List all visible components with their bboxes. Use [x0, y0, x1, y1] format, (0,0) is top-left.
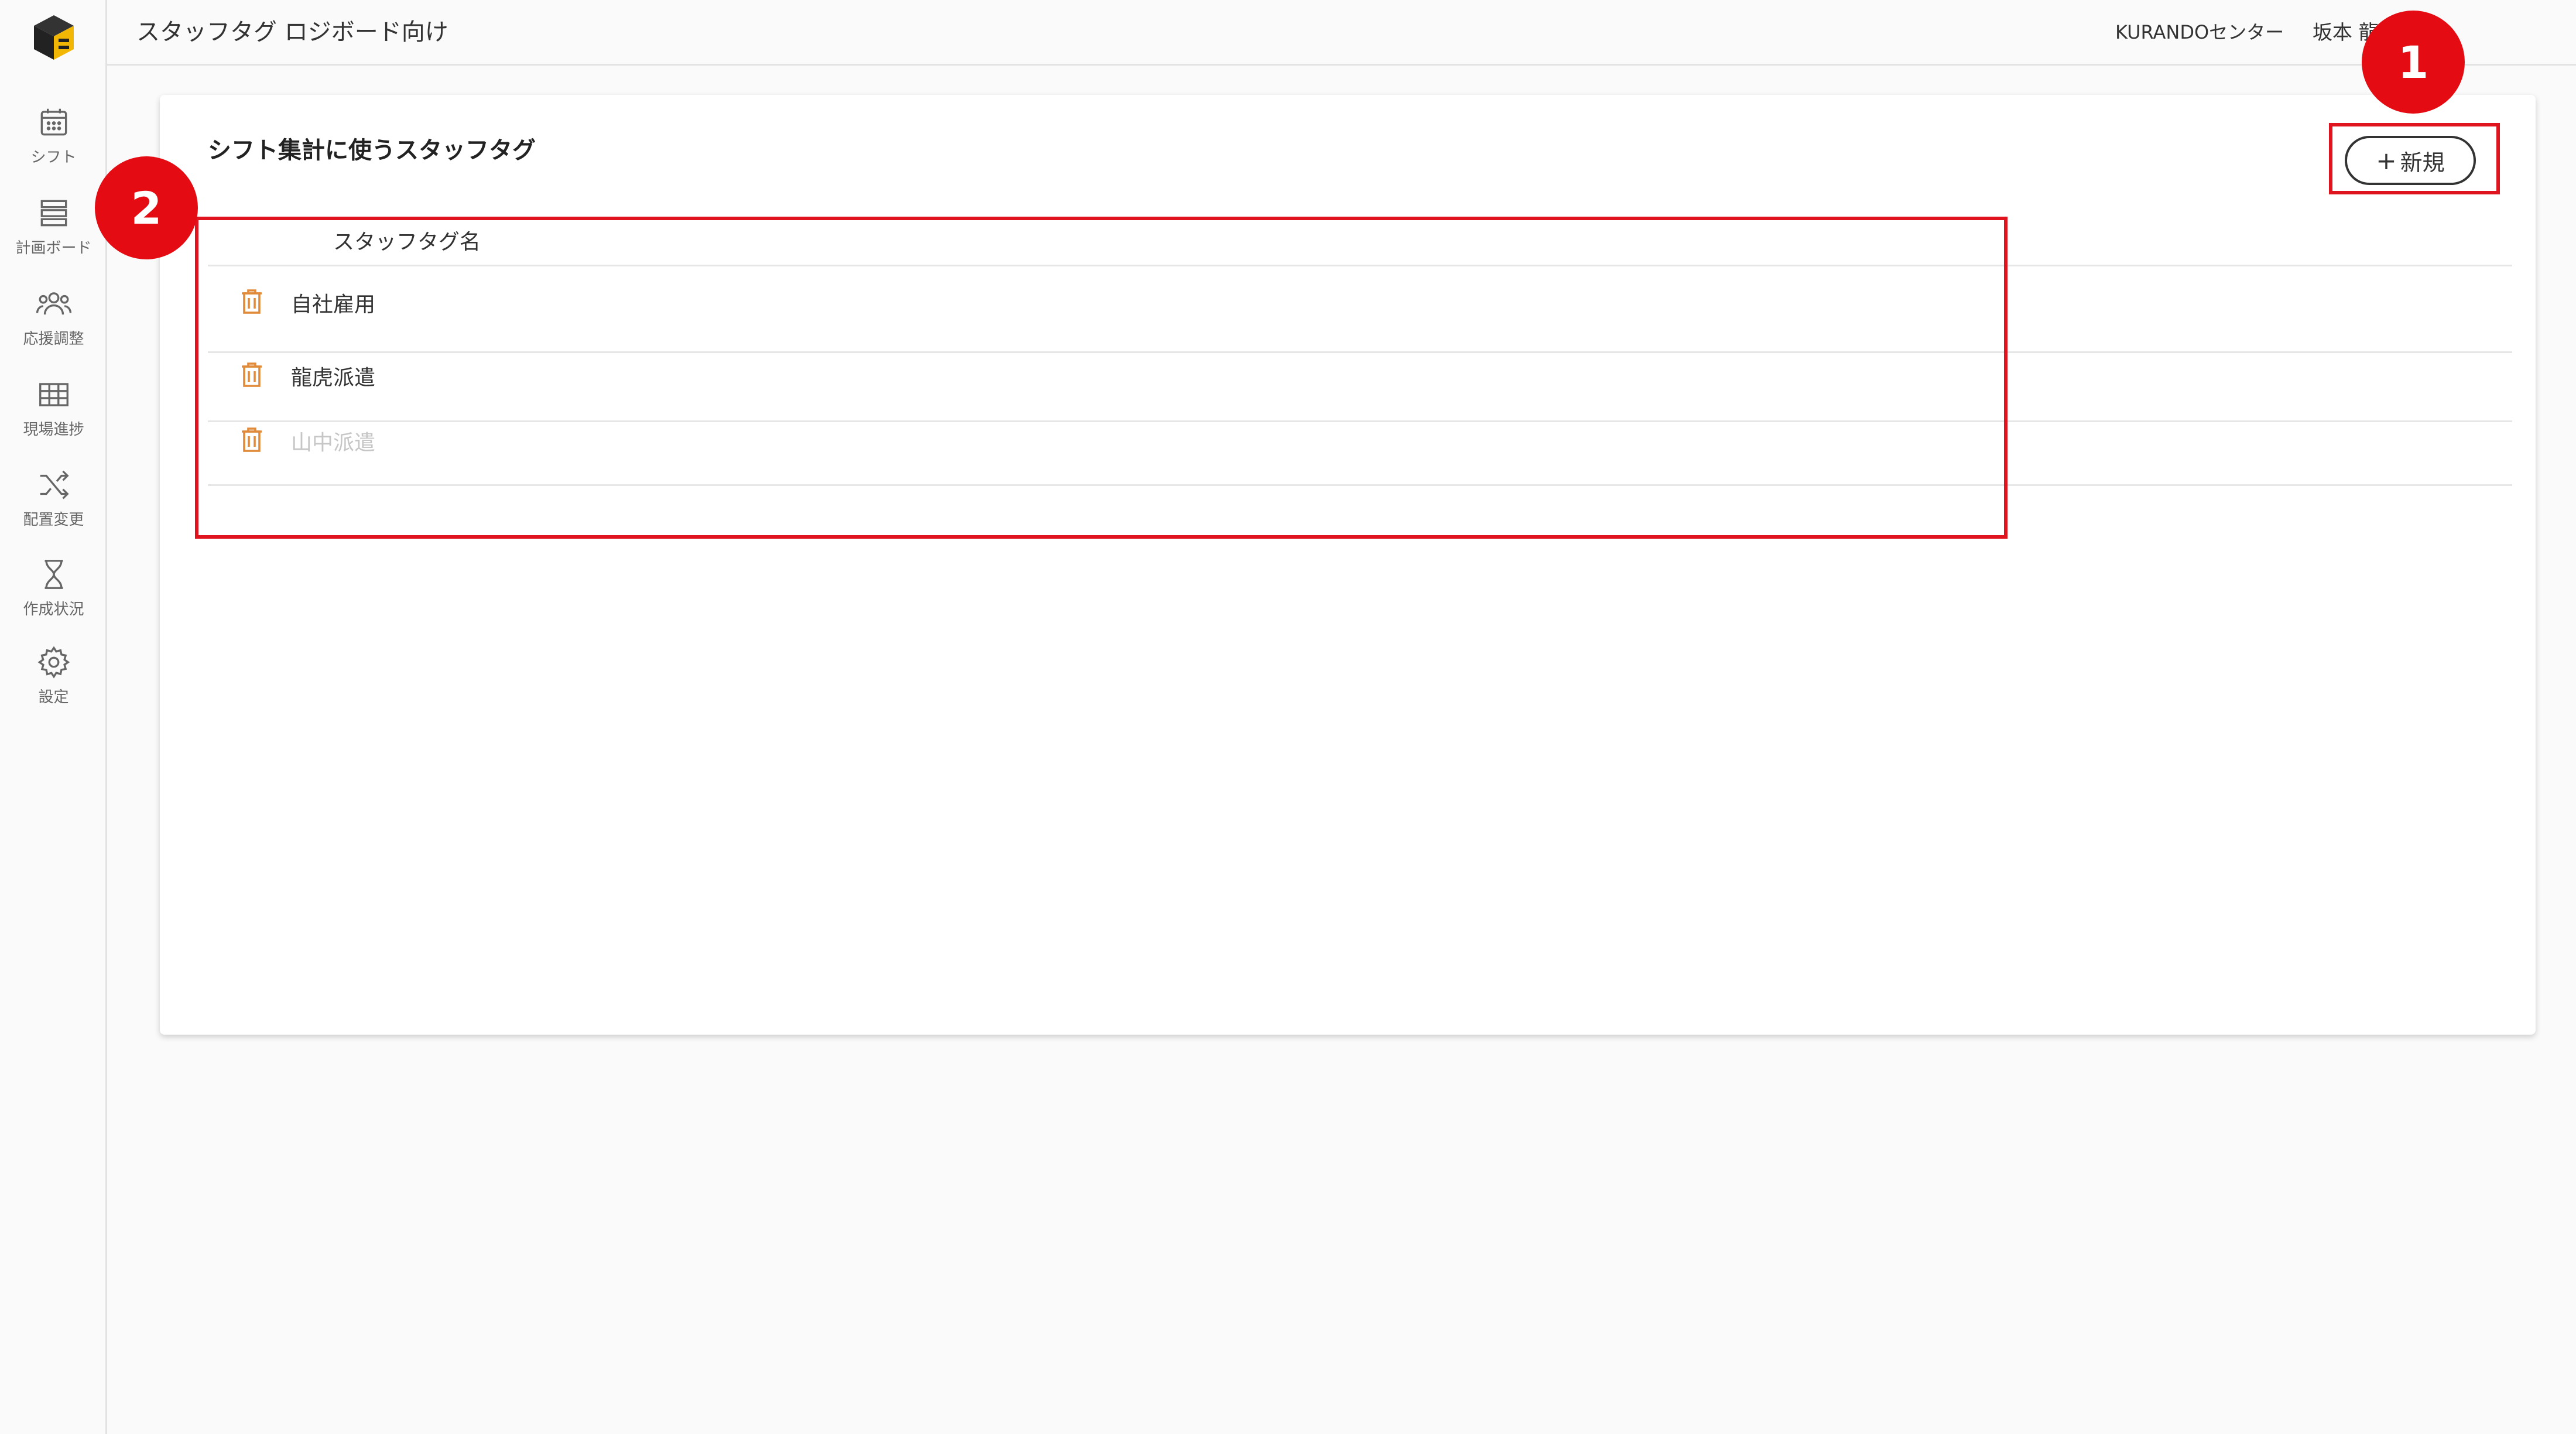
sidebar-item-support[interactable]: 応援調整	[0, 286, 107, 374]
card-title: シフト集計に使うスタッフタグ	[208, 137, 536, 164]
annotation-marker-1: 1	[2362, 11, 2465, 114]
sidebar-item-plan-board[interactable]: 計画ボード	[0, 195, 107, 283]
sidebar-item-label: 作成状況	[23, 601, 84, 618]
sidebar-item-label: 応援調整	[23, 330, 84, 348]
hourglass-icon	[44, 560, 63, 589]
sidebar-item-placement[interactable]: 配置変更	[0, 467, 107, 555]
sidebar-item-label: 計画ボード	[15, 239, 92, 257]
sidebar-item-label: 設定	[38, 689, 69, 706]
annotation-marker-label: 1	[2397, 36, 2429, 88]
shuffle-icon	[40, 470, 69, 499]
grid-icon	[39, 383, 68, 406]
sidebar-item-settings[interactable]: 設定	[0, 644, 107, 732]
sidebar-item-shift[interactable]: シフト	[0, 104, 107, 192]
sidebar-item-label: 現場進捗	[23, 421, 84, 439]
sidebar-item-label: シフト	[30, 149, 77, 166]
center-name: KURANDOセンター	[2115, 21, 2284, 43]
highlight-box-1	[2329, 123, 2500, 194]
board-icon	[40, 200, 67, 227]
cube-logo-icon[interactable]	[32, 13, 76, 62]
calendar-icon	[40, 108, 67, 136]
gear-icon	[37, 646, 70, 679]
highlight-box-2	[195, 217, 2008, 539]
sidebar-item-status[interactable]: 作成状況	[0, 556, 107, 644]
page-title: スタッフタグ ロジボード向け	[136, 19, 448, 46]
annotation-marker-2: 2	[95, 156, 198, 259]
sidebar-item-label: 配置変更	[23, 511, 84, 529]
sidebar: シフト 計画ボード 応援調整 現場進捗 配置変更 作成状況 設定	[0, 0, 107, 1434]
people-icon	[36, 292, 71, 315]
top-header: スタッフタグ ロジボード向け KURANDOセンター 坂本 龍	[107, 0, 2576, 66]
sidebar-item-progress[interactable]: 現場進捗	[0, 377, 107, 464]
annotation-marker-label: 2	[131, 182, 162, 234]
